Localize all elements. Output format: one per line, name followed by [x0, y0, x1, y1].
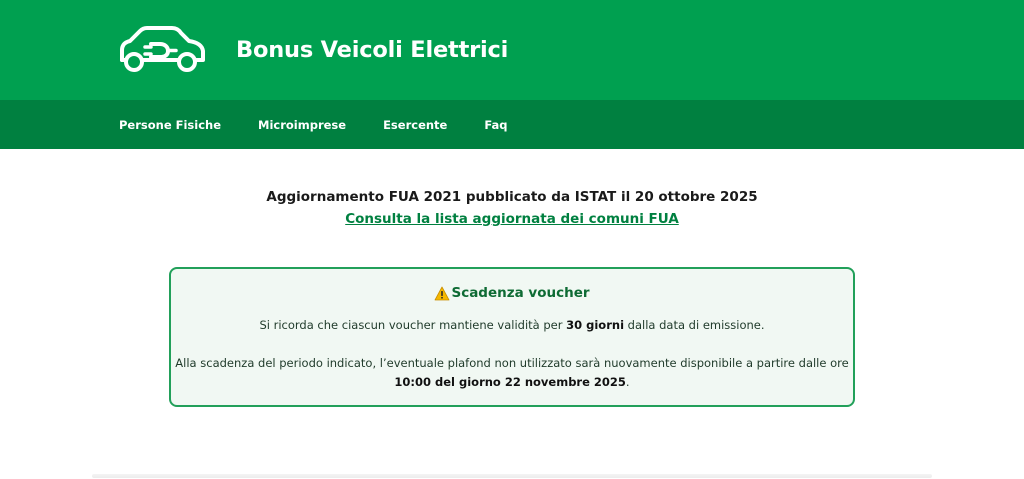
- electric-car-plug-icon[interactable]: [114, 24, 208, 76]
- notice-paragraph-validity: Si ricorda che ciascun voucher mantiene …: [171, 316, 853, 335]
- site-header: Bonus Veicoli Elettrici: [0, 0, 1024, 100]
- announcement-title: Aggiornamento FUA 2021 pubblicato da IST…: [266, 189, 758, 205]
- notice-heading: Scadenza voucher: [434, 285, 590, 301]
- footer-divider: [92, 474, 932, 478]
- notice-p1-bold: 30 giorni: [566, 317, 625, 332]
- main-nav: Persone Fisiche Microimprese Esercente F…: [0, 100, 1024, 149]
- notice-paragraph-expiry: Alla scadenza del periodo indicato, l’ev…: [171, 354, 853, 392]
- notice-p2-bold: 10:00 del giorno 22 novembre 2025: [394, 374, 626, 389]
- voucher-notice-box: Scadenza voucher Si ricorda che ciascun …: [169, 267, 855, 407]
- notice-p1-text: Si ricorda che ciascun voucher mantiene …: [259, 317, 567, 332]
- nav-item-esercente[interactable]: Esercente: [383, 118, 447, 132]
- warning-icon: [435, 286, 450, 300]
- notice-title: Scadenza voucher: [451, 285, 590, 301]
- notice-p1-after: dalla data di emissione.: [624, 317, 765, 332]
- nav-item-faq[interactable]: Faq: [484, 118, 507, 132]
- notice-p2-after: .: [625, 374, 630, 389]
- nav-item-microimprese[interactable]: Microimprese: [258, 118, 346, 132]
- nav-item-persone-fisiche[interactable]: Persone Fisiche: [119, 118, 221, 132]
- site-title: Bonus Veicoli Elettrici: [236, 37, 509, 63]
- fua-list-link[interactable]: Consulta la lista aggiornata dei comuni …: [345, 211, 679, 227]
- notice-p2-text: Alla scadenza del periodo indicato, l’ev…: [175, 355, 849, 370]
- announcement: Aggiornamento FUA 2021 pubblicato da IST…: [0, 189, 1024, 227]
